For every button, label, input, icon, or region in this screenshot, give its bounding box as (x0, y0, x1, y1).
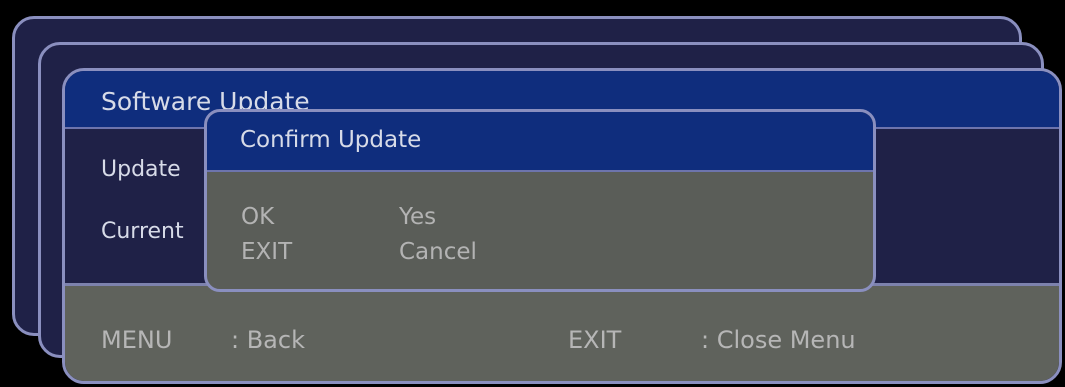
menu-item-update[interactable]: Update (101, 157, 181, 182)
ok-key-label[interactable]: OK (241, 204, 274, 230)
menu-item-current[interactable]: Current (101, 219, 184, 244)
dialog-title: Confirm Update (207, 112, 873, 172)
back-action-label: : Back (231, 326, 305, 354)
footer-hint-bar: MENU : Back EXIT : Close Menu (65, 283, 1059, 381)
exit-key-label[interactable]: EXIT (568, 326, 621, 354)
yes-option[interactable]: Yes (399, 204, 436, 230)
confirm-update-dialog: Confirm Update OK Yes EXIT Cancel (204, 109, 876, 292)
close-menu-action-label: : Close Menu (701, 326, 856, 354)
cancel-option[interactable]: Cancel (399, 239, 477, 265)
menu-key-label[interactable]: MENU (101, 326, 172, 354)
exit-key-label-dialog[interactable]: EXIT (241, 239, 292, 265)
